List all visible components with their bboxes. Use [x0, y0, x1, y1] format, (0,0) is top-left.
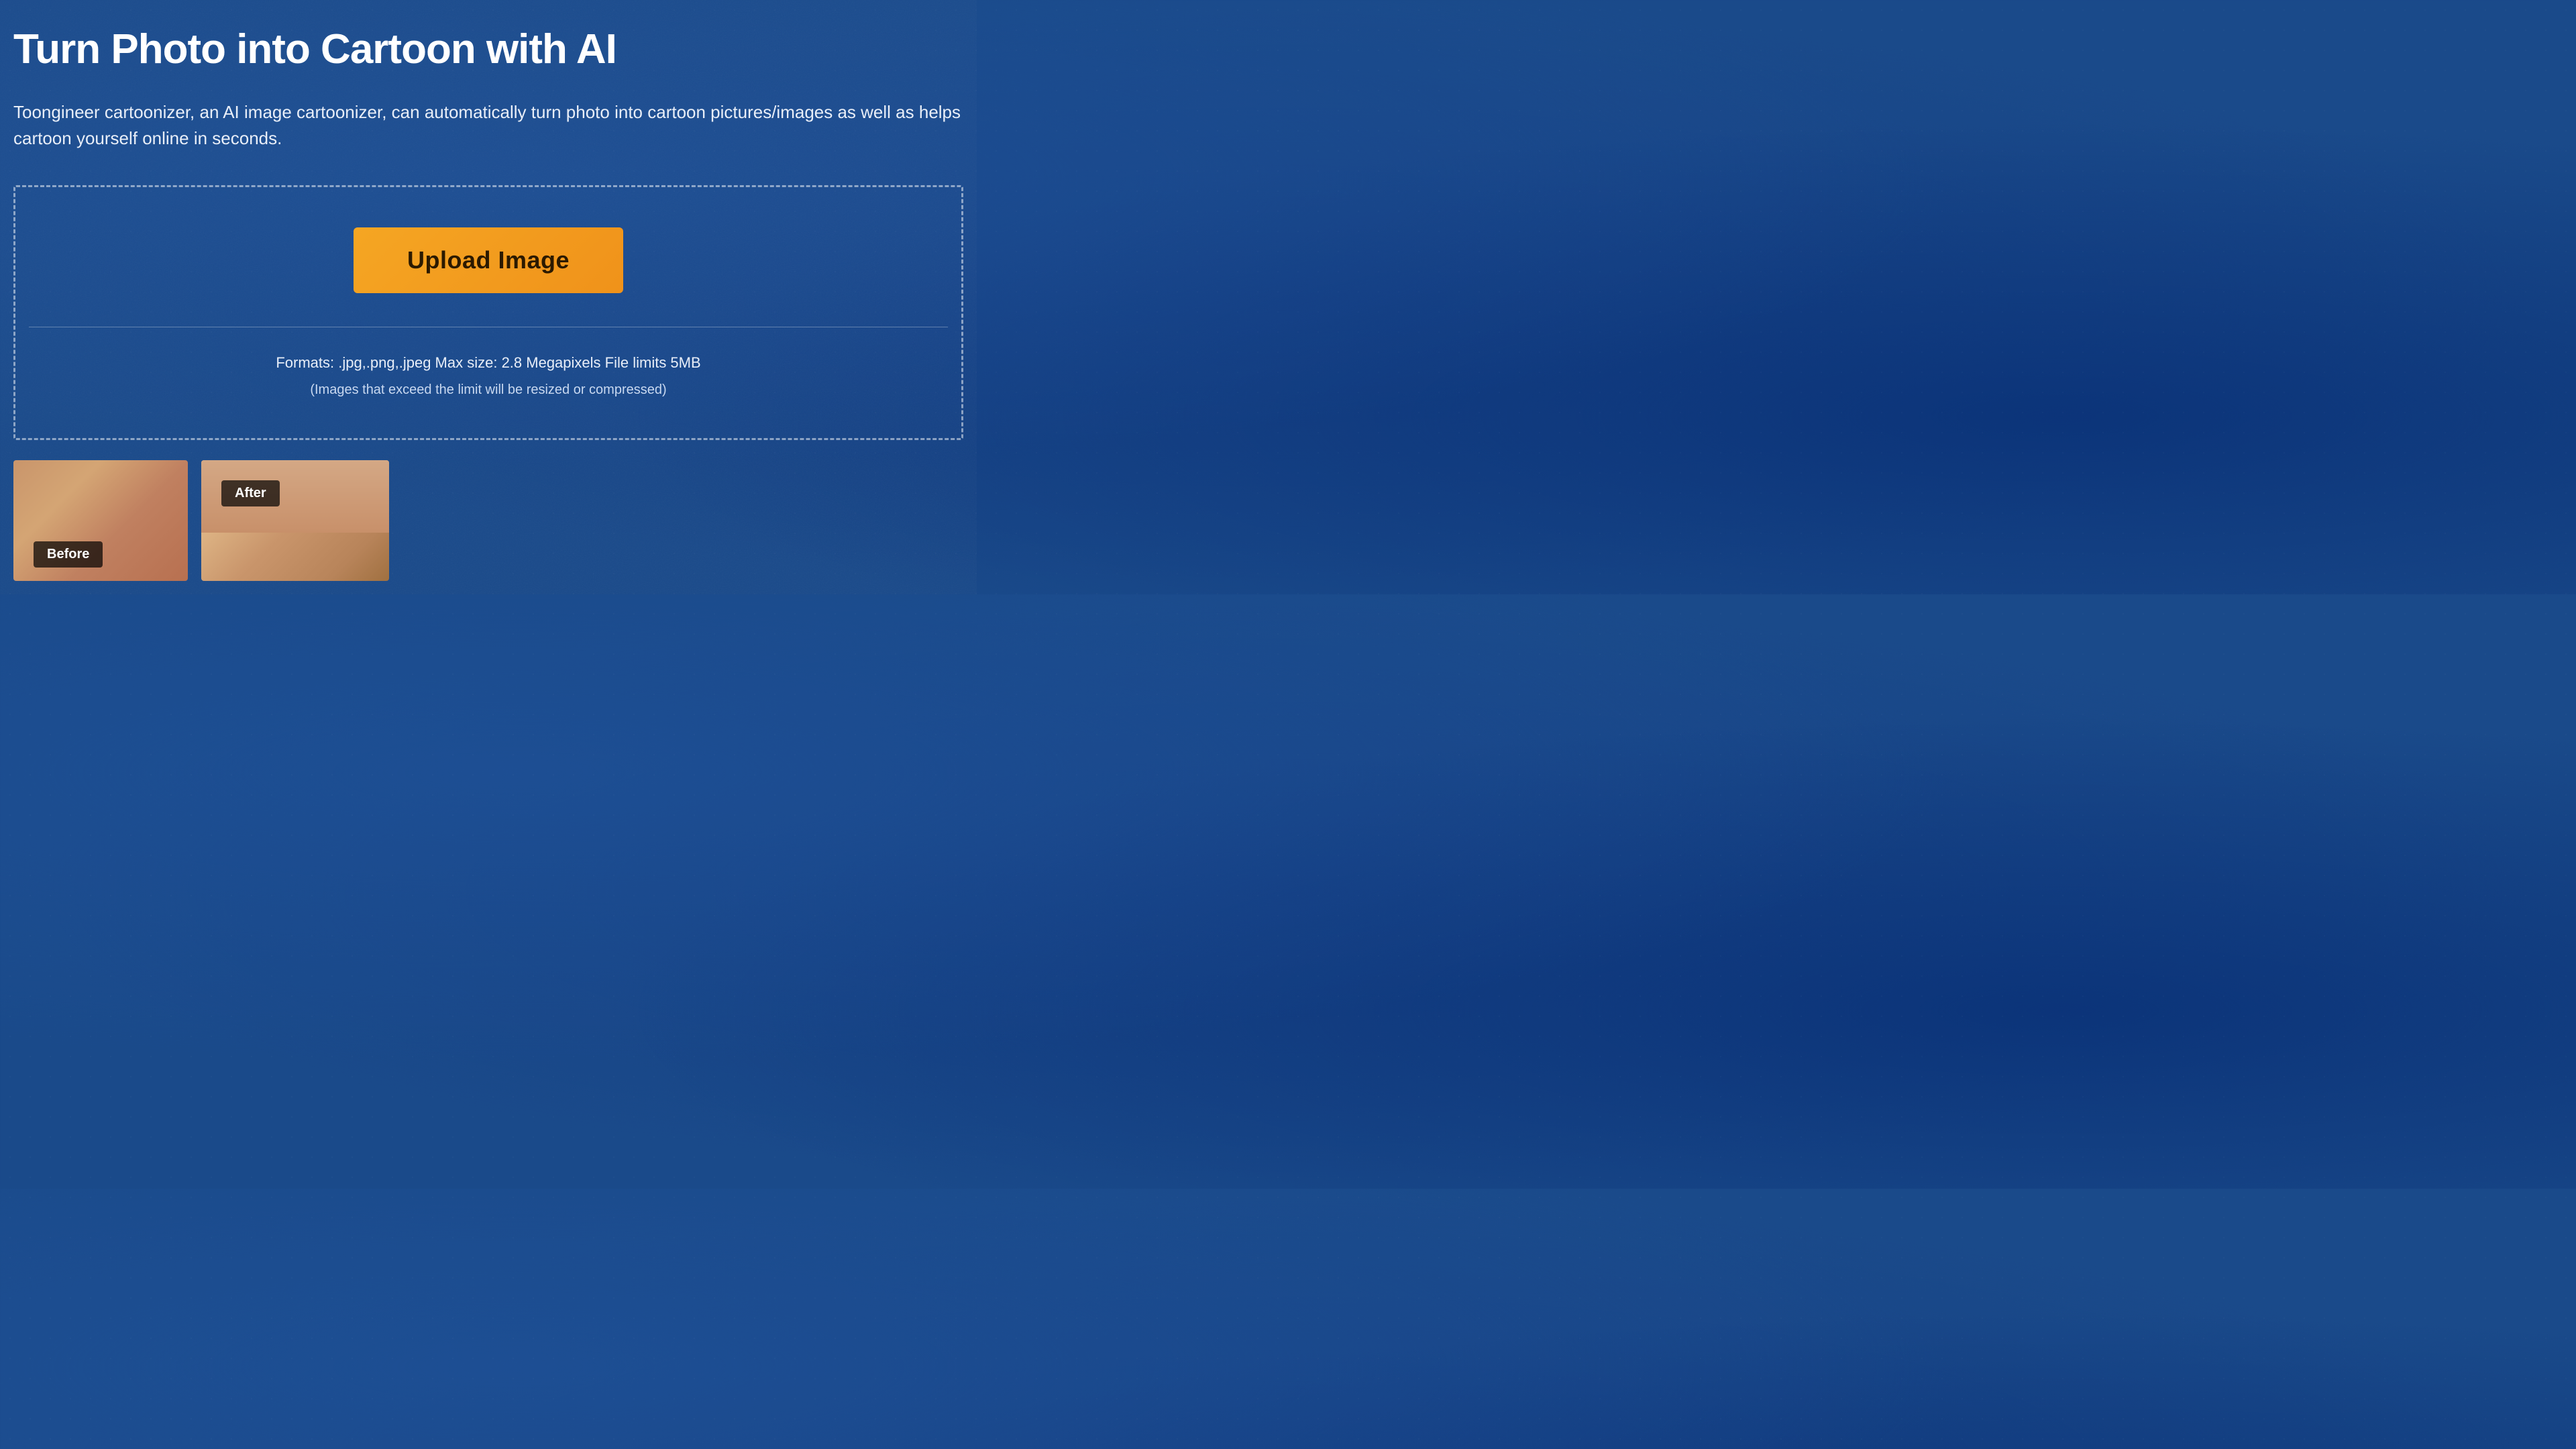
- upload-note-text: (Images that exceed the limit will be re…: [310, 382, 666, 398]
- after-image: [201, 460, 389, 581]
- page-content: Turn Photo into Cartoon with AI Toongine…: [0, 0, 977, 594]
- upload-zone[interactable]: Upload Image Formats: .jpg,.png,.jpeg Ma…: [13, 185, 963, 440]
- comparison-wrapper: Before After: [13, 460, 389, 581]
- page-description: Toongineer cartoonizer, an AI image cart…: [13, 99, 963, 152]
- after-badge: After: [221, 480, 280, 506]
- page-title: Turn Photo into Cartoon with AI: [13, 27, 963, 72]
- before-after-container: Before After: [13, 460, 963, 581]
- upload-button[interactable]: Upload Image: [354, 227, 623, 293]
- upload-formats-text: Formats: .jpg,.png,.jpeg Max size: 2.8 M…: [276, 354, 700, 372]
- before-badge: Before: [34, 541, 103, 568]
